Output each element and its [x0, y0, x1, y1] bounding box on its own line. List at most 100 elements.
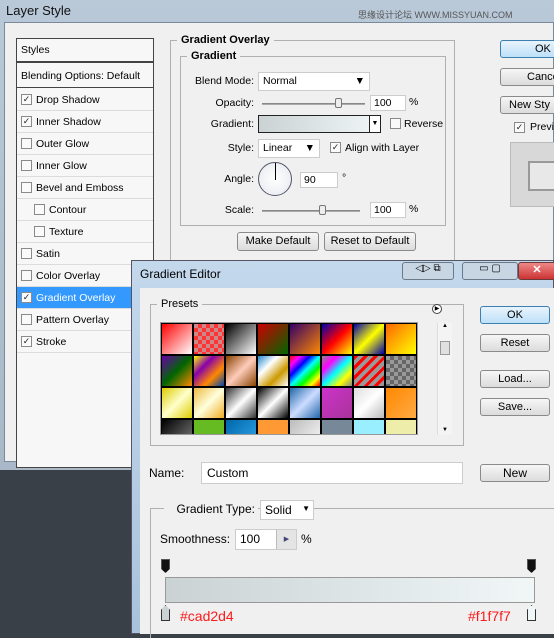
preset-swatch[interactable]: [257, 355, 289, 387]
checkbox[interactable]: [21, 138, 32, 149]
preset-swatch[interactable]: [225, 387, 257, 419]
opacity-slider[interactable]: [262, 103, 365, 105]
preset-swatch[interactable]: [321, 323, 353, 355]
preset-swatch[interactable]: [161, 419, 193, 434]
checkbox[interactable]: [21, 182, 32, 193]
checkbox[interactable]: [21, 314, 32, 325]
checkbox[interactable]: ✓: [21, 94, 32, 105]
preset-swatch[interactable]: [289, 323, 321, 355]
style-item-bevel-and-emboss[interactable]: Bevel and Emboss: [17, 177, 153, 199]
style-item-label: Color Overlay: [36, 269, 101, 282]
slider-popup-icon[interactable]: ▶: [276, 530, 296, 549]
preset-swatch[interactable]: [353, 323, 385, 355]
preview-checkbox[interactable]: ✓: [514, 122, 525, 133]
name-input[interactable]: Custom: [201, 462, 463, 484]
checkbox[interactable]: [34, 226, 45, 237]
preset-swatch[interactable]: [193, 387, 225, 419]
scale-label: Scale:: [224, 204, 254, 216]
preset-swatch[interactable]: [161, 323, 193, 355]
opacity-slider-thumb[interactable]: [335, 98, 343, 108]
checkbox[interactable]: ✓: [21, 292, 32, 303]
reset-to-default-button[interactable]: Reset to Default: [324, 232, 416, 251]
scroll-up-icon[interactable]: ▲: [438, 323, 452, 329]
minimize-maximize-buttons[interactable]: ▭ ▢: [462, 262, 518, 280]
preset-swatch[interactable]: [385, 419, 417, 434]
new-style-button[interactable]: New Sty: [500, 96, 554, 114]
style-item-outer-glow[interactable]: Outer Glow: [17, 133, 153, 155]
opacity-input[interactable]: 100: [370, 95, 406, 111]
preset-swatch[interactable]: [385, 323, 417, 355]
style-item-inner-shadow[interactable]: ✓ Inner Shadow: [17, 111, 153, 133]
blending-options[interactable]: Blending Options: Default: [17, 64, 153, 88]
presets-scrollbar[interactable]: ▲ ▼: [437, 323, 452, 435]
percent-label: %: [301, 532, 312, 546]
checkbox[interactable]: ✓: [21, 116, 32, 127]
scale-slider[interactable]: [262, 210, 360, 212]
preset-swatch[interactable]: [321, 387, 353, 419]
blend-mode-value: Normal: [263, 75, 297, 87]
scroll-down-icon[interactable]: ▼: [442, 427, 448, 433]
preset-swatch[interactable]: [385, 387, 417, 419]
preset-swatch[interactable]: [353, 387, 385, 419]
checkbox[interactable]: [21, 160, 32, 171]
preset-swatch[interactable]: [353, 419, 385, 434]
gradient-type-select[interactable]: Solid ▼: [260, 500, 314, 520]
preset-swatch[interactable]: [321, 419, 353, 434]
checkbox[interactable]: [34, 204, 45, 215]
cancel-button[interactable]: Cance: [500, 68, 554, 86]
style-item-label: Inner Glow: [36, 159, 87, 172]
window-title: Gradient Editor: [140, 267, 221, 281]
chevron-down-icon[interactable]: ▼: [369, 116, 380, 132]
style-select[interactable]: Linear ▼: [258, 139, 320, 158]
scale-slider-thumb[interactable]: [319, 205, 326, 215]
preset-swatch[interactable]: [225, 355, 257, 387]
gradient-preview[interactable]: ▼: [258, 115, 381, 133]
preset-swatch[interactable]: [257, 419, 289, 434]
reset-button[interactable]: Reset: [480, 334, 550, 352]
ok-button[interactable]: OK: [500, 40, 554, 58]
style-item-texture[interactable]: Texture: [17, 221, 153, 243]
smoothness-input[interactable]: 100 ▶: [235, 529, 297, 550]
angle-input[interactable]: 90: [300, 172, 338, 188]
scroll-thumb[interactable]: [440, 341, 450, 355]
checkbox[interactable]: [21, 248, 32, 259]
save-button[interactable]: Save...: [480, 398, 550, 416]
close-icon[interactable]: ✕: [518, 262, 554, 280]
style-item-contour[interactable]: Contour: [17, 199, 153, 221]
preset-swatch[interactable]: [257, 323, 289, 355]
style-item-drop-shadow[interactable]: ✓ Drop Shadow: [17, 89, 153, 111]
scale-input[interactable]: 100: [370, 202, 406, 218]
preset-swatch[interactable]: [257, 387, 289, 419]
left-stop-color-annotation: #cad2d4: [180, 608, 234, 624]
checkbox[interactable]: [21, 270, 32, 281]
style-item-inner-glow[interactable]: Inner Glow: [17, 155, 153, 177]
reverse-checkbox[interactable]: [390, 118, 401, 129]
blend-mode-select[interactable]: Normal ▼: [258, 72, 370, 91]
preset-swatch[interactable]: [353, 355, 385, 387]
window-extra-buttons[interactable]: ◁▷ ⧉: [402, 262, 454, 280]
preset-swatch[interactable]: [225, 323, 257, 355]
preset-swatch[interactable]: [289, 355, 321, 387]
load-button[interactable]: Load...: [480, 370, 550, 388]
styles-header[interactable]: Styles: [17, 39, 153, 63]
new-button[interactable]: New: [480, 464, 550, 482]
preset-swatch[interactable]: [225, 419, 257, 434]
align-checkbox[interactable]: ✓: [330, 142, 341, 153]
presets-menu-icon[interactable]: ▶: [432, 304, 442, 314]
preset-swatch[interactable]: [289, 387, 321, 419]
preset-swatch[interactable]: [161, 355, 193, 387]
preset-swatch[interactable]: [193, 323, 225, 355]
angle-dial[interactable]: [258, 162, 292, 196]
reverse-label: Reverse: [404, 118, 444, 130]
ok-button[interactable]: OK: [480, 306, 550, 324]
make-default-button[interactable]: Make Default: [237, 232, 319, 251]
preset-swatch[interactable]: [289, 419, 321, 434]
preset-swatch[interactable]: [193, 355, 225, 387]
preset-swatch[interactable]: [161, 387, 193, 419]
checkbox[interactable]: ✓: [21, 336, 32, 347]
gradient-bar[interactable]: [165, 577, 535, 603]
style-item-label: Gradient Overlay: [36, 291, 116, 304]
preset-swatch[interactable]: [193, 419, 225, 434]
preset-swatch[interactable]: [385, 355, 417, 387]
preset-swatch[interactable]: [321, 355, 353, 387]
